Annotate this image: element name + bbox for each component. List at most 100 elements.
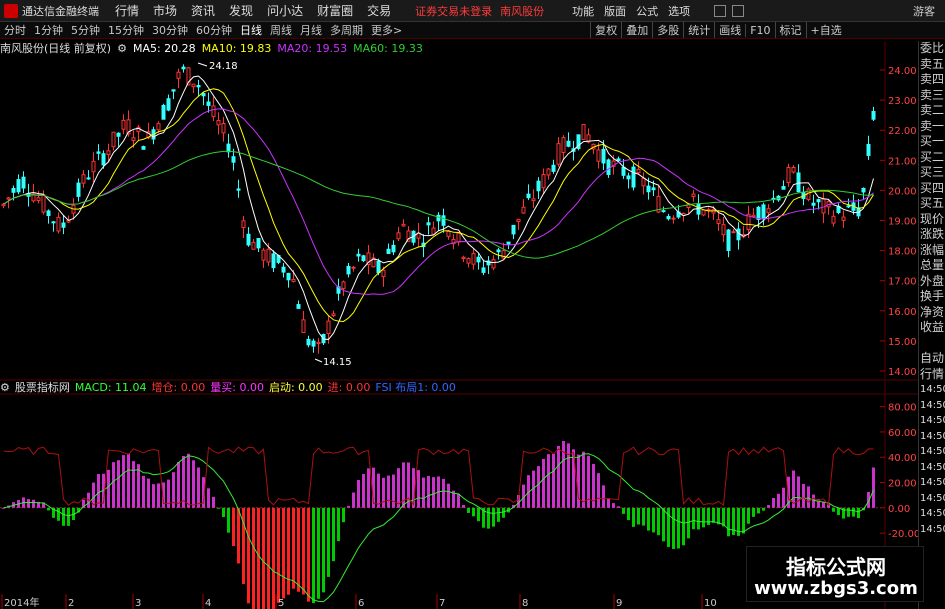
sidebar-item[interactable]: 总量 (919, 258, 945, 274)
macd-bar (417, 470, 420, 508)
candle-body (21, 176, 26, 189)
tool-f10[interactable]: F10 (745, 23, 774, 37)
tab-60min[interactable]: 60分钟 (196, 22, 232, 38)
tab-15min[interactable]: 15分钟 (108, 22, 144, 38)
gear-icon-macd[interactable]: ⚙ (0, 381, 10, 394)
menu-shichang[interactable]: 市场 (153, 2, 177, 19)
sidebar-item[interactable]: 14:50 (919, 429, 945, 445)
minimize-icon[interactable] (714, 4, 727, 17)
sidebar-item[interactable]: 卖三 (919, 88, 945, 104)
stock-name-title: 南风股份 (500, 4, 545, 18)
tab-monthly[interactable]: 月线 (300, 22, 322, 38)
sidebar-item[interactable]: 卖四 (919, 72, 945, 88)
sidebar-item[interactable]: 14:50 (919, 460, 945, 476)
candle-body (356, 253, 361, 257)
macd-bar (772, 497, 775, 508)
guest-label[interactable]: 游客 (913, 3, 935, 19)
sidebar-item[interactable]: 委比 (919, 41, 945, 57)
macd-bar (287, 507, 290, 595)
tab-fenshi[interactable]: 分时 (4, 22, 26, 38)
menu-caifuquan[interactable]: 财富圈 (317, 2, 353, 19)
tool-fuquan[interactable]: 复权 (590, 22, 621, 38)
macd-bar (542, 458, 545, 508)
macd-bar (637, 507, 640, 525)
sidebar-item[interactable]: 买五 (919, 196, 945, 212)
tool-diejia[interactable]: 叠加 (621, 22, 652, 38)
sidebar-item[interactable]: 买二 (919, 150, 945, 166)
tool-tongji[interactable]: 统计 (683, 22, 714, 38)
title-bar: 通达信金融终端 行情 市场 资讯 发现 问小达 财富圈 交易 证券交易未登录 南… (0, 0, 945, 22)
tab-5min[interactable]: 5分钟 (71, 22, 100, 38)
sidebar-item[interactable]: 现价 (919, 212, 945, 228)
tab-weekly[interactable]: 周线 (270, 22, 292, 38)
menu-jiaoyi[interactable]: 交易 (367, 2, 391, 19)
sidebar-item[interactable]: 14:50 (919, 413, 945, 429)
sidebar-item[interactable]: 行情 (919, 367, 945, 383)
macd-bar (657, 507, 660, 536)
sidebar-item[interactable]: 涨幅 (919, 243, 945, 259)
candle-body (51, 221, 56, 224)
menu-gongneng[interactable]: 功能 (572, 3, 594, 19)
macd-value: MACD: 11.04 (74, 380, 147, 394)
tab-daily[interactable]: 日线 (240, 22, 262, 38)
sidebar-item[interactable]: 收益 (919, 320, 945, 336)
macd-bar (192, 460, 195, 508)
tool-zixuan[interactable]: +自选 (805, 22, 846, 38)
menu-banmian[interactable]: 版面 (604, 3, 626, 19)
tab-multi-period[interactable]: 多周期 (330, 22, 363, 38)
sidebar-item[interactable]: 14:50 (919, 475, 945, 491)
menu-hangqing[interactable]: 行情 (115, 2, 139, 19)
price-tick-label: 23.00 (888, 96, 917, 107)
sidebar-item[interactable]: 卖一 (919, 119, 945, 135)
app-logo-icon (4, 3, 18, 18)
sidebar-item[interactable]: 14:50 (919, 398, 945, 414)
sidebar-item[interactable]: 14:50 (919, 522, 945, 538)
menu-wenxiaoda[interactable]: 问小达 (267, 2, 303, 19)
maximize-icon[interactable] (732, 4, 745, 17)
sidebar-item[interactable] (919, 336, 945, 352)
login-notice[interactable]: 证券交易未登录 (415, 3, 492, 19)
macd-bar (782, 487, 785, 508)
menu-xuanxiang[interactable]: 选项 (668, 3, 690, 19)
macd-bar (807, 486, 810, 508)
macd-bar (617, 506, 620, 508)
sidebar-item[interactable]: 换手 (919, 289, 945, 305)
tab-30min[interactable]: 30分钟 (152, 22, 188, 38)
sidebar-item[interactable]: 14:50 (919, 491, 945, 507)
quote-sidebar: 委比 卖五 卖四 卖三 卖二 卖一 买一 买二 买三 买四 买五 现价 涨跌 涨幅 总量 外盘 换手 净资 收益自动… (918, 41, 945, 609)
sidebar-item[interactable]: 买一 (919, 134, 945, 150)
macd-bar (627, 507, 630, 521)
macd-tick-label: -20.00 (888, 529, 918, 540)
tool-huaxian[interactable]: 画线 (714, 22, 745, 38)
sidebar-item[interactable]: 卖五 (919, 57, 945, 73)
tool-duogu[interactable]: 多股 (652, 22, 683, 38)
sidebar-item[interactable]: 外盘 (919, 274, 945, 290)
macd-bar (467, 507, 470, 513)
sidebar-item[interactable]: 买四 (919, 181, 945, 197)
tab-1min[interactable]: 1分钟 (34, 22, 63, 38)
menu-gongshi[interactable]: 公式 (636, 3, 658, 19)
macd-bar (107, 469, 110, 508)
macd-bar (597, 473, 600, 508)
gear-icon[interactable]: ⚙ (117, 42, 127, 55)
tool-biaoji[interactable]: 标记 (774, 22, 806, 38)
sidebar-item[interactable]: 自动 (919, 351, 945, 367)
date-tick-label: 6 (358, 598, 364, 609)
macd-bar (127, 453, 130, 508)
sidebar-item[interactable]: 涨跌 (919, 227, 945, 243)
macd-bar (702, 507, 705, 528)
sidebar-item[interactable]: 买三 (919, 165, 945, 181)
kline-chart[interactable]: 24.0023.0022.0021.0020.0019.0018.0017.00… (0, 41, 918, 609)
date-tick-label: 4 (205, 598, 211, 609)
candle-body (401, 223, 406, 227)
sidebar-item[interactable]: 14:50 (919, 506, 945, 522)
tab-more[interactable]: 更多> (371, 22, 402, 38)
menu-zixun[interactable]: 资讯 (191, 2, 215, 19)
qidong-value: 启动: 0.00 (268, 381, 323, 394)
sidebar-item[interactable]: 净资 (919, 305, 945, 321)
menu-faxian[interactable]: 发现 (229, 2, 253, 19)
sidebar-item[interactable]: 卖二 (919, 103, 945, 119)
sidebar-item[interactable]: 14:50 (919, 382, 945, 398)
candle-body (296, 304, 301, 309)
sidebar-item[interactable]: 14:50 (919, 444, 945, 460)
